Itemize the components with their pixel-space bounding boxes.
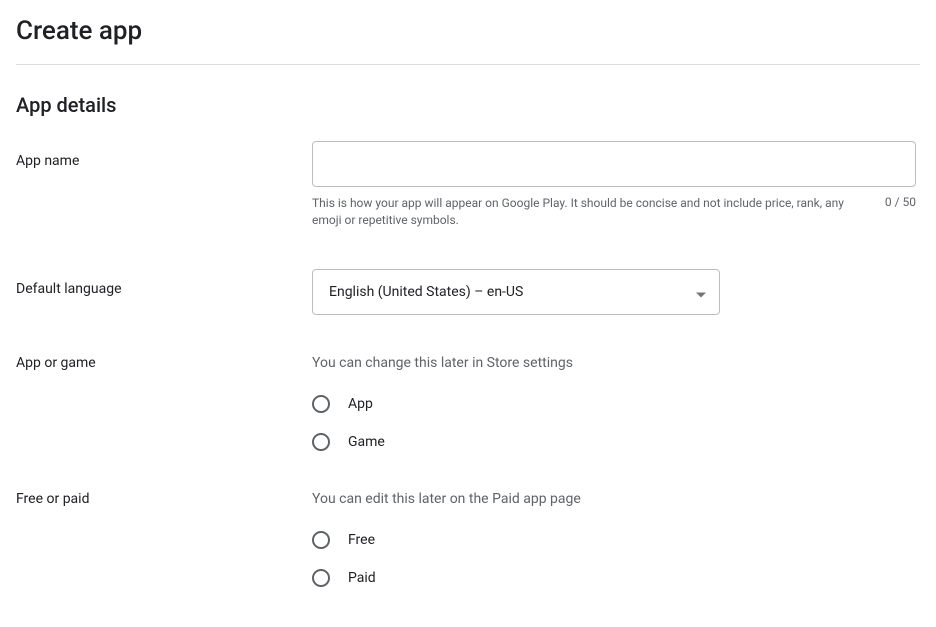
free-or-paid-row: Free or paid You can edit this later on … xyxy=(16,491,920,587)
free-radio-label: Free xyxy=(348,532,375,548)
radio-icon xyxy=(312,395,330,413)
page-title: Create app xyxy=(16,16,920,64)
app-name-control: This is how your app will appear on Goog… xyxy=(312,141,916,229)
section-title: App details xyxy=(16,93,920,117)
free-or-paid-info: You can edit this later on the Paid app … xyxy=(312,491,916,507)
app-name-helper-row: This is how your app will appear on Goog… xyxy=(312,195,916,229)
game-radio-option[interactable]: Game xyxy=(312,433,916,451)
default-language-row: Default language English (United States)… xyxy=(16,269,920,315)
app-name-helper: This is how your app will appear on Goog… xyxy=(312,195,869,229)
free-radio-option[interactable]: Free xyxy=(312,531,916,549)
default-language-selected-value: English (United States) – en-US xyxy=(329,284,523,300)
radio-icon xyxy=(312,531,330,549)
paid-radio-label: Paid xyxy=(348,570,376,586)
app-or-game-control: You can change this later in Store setti… xyxy=(312,355,916,451)
divider xyxy=(16,64,920,65)
app-radio-option[interactable]: App xyxy=(312,395,916,413)
app-radio-label: App xyxy=(348,396,373,412)
default-language-control: English (United States) – en-US xyxy=(312,269,916,315)
game-radio-label: Game xyxy=(348,434,385,450)
radio-icon xyxy=(312,433,330,451)
app-name-row: App name This is how your app will appea… xyxy=(16,141,920,229)
app-name-input[interactable] xyxy=(312,141,916,187)
app-or-game-row: App or game You can change this later in… xyxy=(16,355,920,451)
app-or-game-info: You can change this later in Store setti… xyxy=(312,355,916,371)
app-name-char-count: 0 / 50 xyxy=(885,195,916,209)
paid-radio-option[interactable]: Paid xyxy=(312,569,916,587)
app-or-game-label: App or game xyxy=(16,355,312,371)
free-or-paid-radio-group: Free Paid xyxy=(312,531,916,587)
default-language-select[interactable]: English (United States) – en-US xyxy=(312,269,720,315)
free-or-paid-control: You can edit this later on the Paid app … xyxy=(312,491,916,587)
free-or-paid-label: Free or paid xyxy=(16,491,312,507)
default-language-label: Default language xyxy=(16,269,312,297)
radio-icon xyxy=(312,569,330,587)
app-name-label: App name xyxy=(16,141,312,169)
app-or-game-radio-group: App Game xyxy=(312,395,916,451)
default-language-select-wrapper: English (United States) – en-US xyxy=(312,269,720,315)
